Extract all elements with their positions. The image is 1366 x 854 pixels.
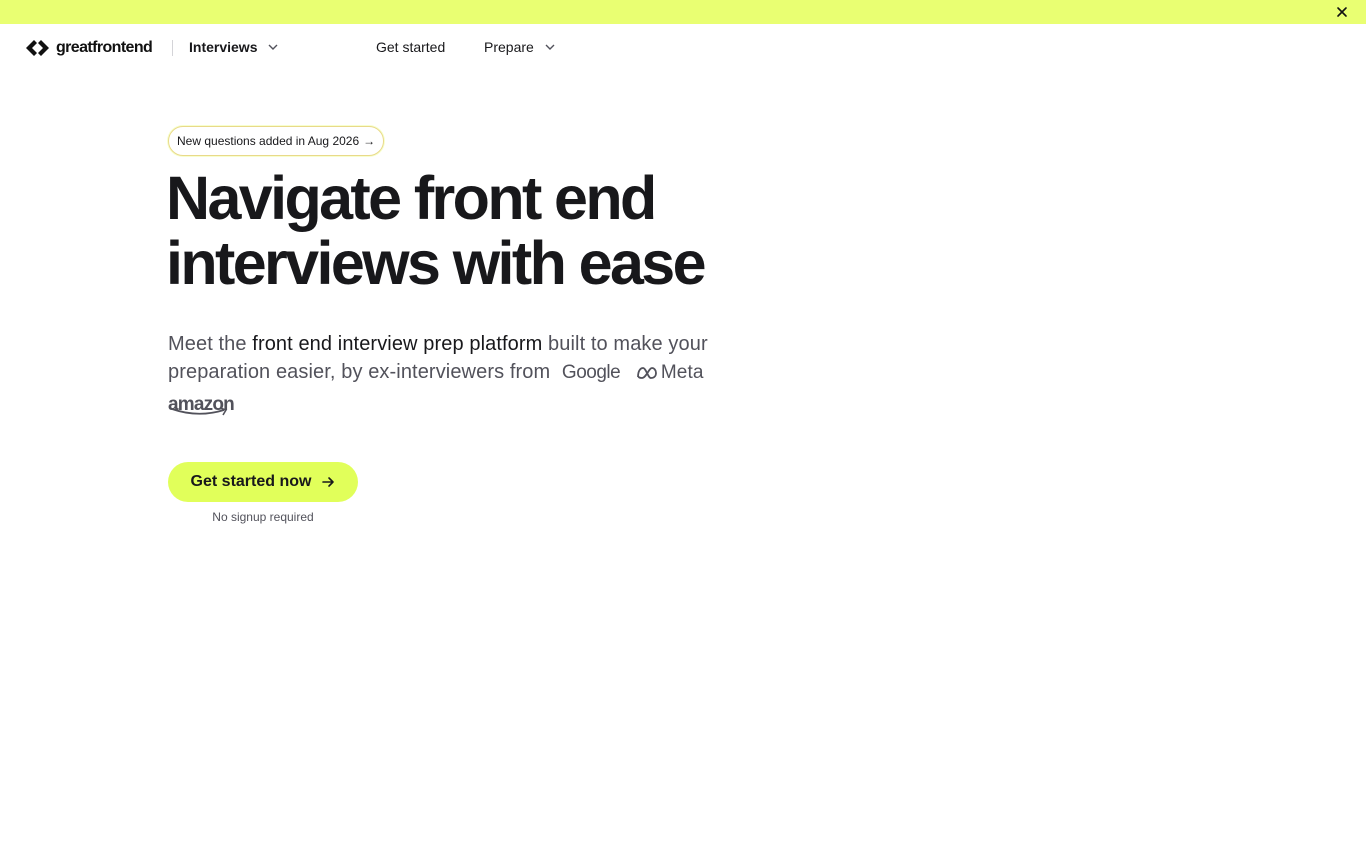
cta-note: No signup required [212, 510, 314, 524]
new-questions-badge[interactable]: New questions added in Aug 2026 → [168, 126, 385, 156]
amazon-logo: amazon [168, 391, 238, 416]
nav-link-label: Prepare [484, 39, 534, 55]
subtitle-part-1: Meet the [168, 333, 253, 355]
arrow-right-icon [322, 477, 335, 487]
chevron-down-icon [268, 44, 278, 50]
nav-link-label: Get started [376, 39, 446, 55]
logo[interactable]: greatfrontend [24, 38, 153, 58]
badge-text: New questions added in Aug 2026 [177, 134, 360, 148]
product-switcher[interactable]: Interviews [189, 39, 279, 55]
top-navigation: greatfrontend Interviews Get started Pre… [0, 24, 1366, 72]
nav-link-get-started[interactable]: Get started [376, 39, 445, 55]
arrow-right-icon: → [363, 134, 376, 148]
meta-logo: Meta [636, 359, 704, 387]
chevron-down-icon [545, 44, 555, 50]
google-logo: Google [561, 361, 621, 383]
get-started-now-button[interactable]: Get started now [168, 462, 358, 502]
cta-label: Get started now [190, 473, 312, 490]
headline-line-1: Navigate front end [166, 164, 657, 232]
meta-logo-text: Meta [660, 361, 704, 383]
headline-line-2: interviews with ease [166, 229, 707, 297]
logo-text: greatfrontend [56, 39, 153, 56]
product-switcher-label: Interviews [189, 39, 258, 55]
announcement-banner [0, 0, 1366, 24]
nav-link-prepare[interactable]: Prepare [484, 39, 556, 55]
close-icon[interactable] [1334, 4, 1350, 20]
amazon-smile-icon [171, 406, 228, 416]
nav-divider [172, 40, 173, 56]
subtitle-highlight: front end interview prep platform [252, 333, 543, 355]
hero-headline: Navigate front end interviews with ease [166, 166, 806, 296]
meta-infinity-icon [636, 366, 657, 379]
hero-subtitle: Meet the front end interview prep platfo… [168, 330, 788, 416]
logo-icon [26, 40, 49, 56]
